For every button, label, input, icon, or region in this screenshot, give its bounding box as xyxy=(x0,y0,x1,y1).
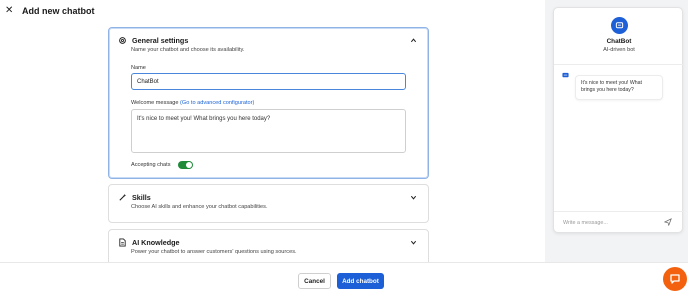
accepting-chats-label: Accepting chats xyxy=(131,162,171,168)
ai-knowledge-header[interactable]: AI Knowledge xyxy=(109,230,428,247)
close-icon[interactable]: ✕ xyxy=(5,6,15,16)
general-settings-header[interactable]: General settings xyxy=(109,28,428,45)
skills-card: Skills Choose AI skills and enhance your… xyxy=(108,184,429,223)
chevron-down-icon[interactable] xyxy=(410,194,417,201)
magic-wand-icon xyxy=(118,193,127,202)
message-input-placeholder: Write a message... xyxy=(563,219,608,226)
name-input-value: ChatBot xyxy=(137,78,159,85)
welcome-message-value: It's nice to meet you! What brings you h… xyxy=(137,116,271,122)
bot-message-bubble: It's nice to meet you! What brings you h… xyxy=(575,75,663,100)
chevron-up-icon[interactable] xyxy=(410,37,417,44)
name-input[interactable]: ChatBot xyxy=(131,73,406,90)
chevron-down-icon[interactable] xyxy=(410,239,417,246)
footer: Cancel Add chatbot xyxy=(0,262,688,295)
ai-knowledge-title: AI Knowledge xyxy=(132,238,180,247)
general-settings-card: General settings Name your chatbot and c… xyxy=(108,27,429,179)
chat-bubble-icon xyxy=(670,274,680,284)
header: ✕ Add new chatbot xyxy=(0,0,545,22)
bot-name: ChatBot xyxy=(606,38,632,45)
add-chatbot-button[interactable]: Add chatbot xyxy=(337,273,384,289)
bot-description: AI-driven bot xyxy=(603,47,635,53)
gear-icon xyxy=(118,36,127,45)
ai-knowledge-subtitle: Power your chatbot to answer customers' … xyxy=(131,249,297,255)
bot-avatar xyxy=(611,17,628,34)
welcome-message-label: Welcome message (Go to advanced configur… xyxy=(131,100,254,106)
bot-message-icon xyxy=(562,72,569,78)
name-label: Name xyxy=(131,65,146,71)
document-icon xyxy=(118,238,127,247)
chat-preview: ChatBot AI-driven bot It's nice to meet … xyxy=(553,7,684,233)
cancel-button[interactable]: Cancel xyxy=(298,273,331,289)
welcome-message-label-text: Welcome message xyxy=(131,100,179,106)
divider xyxy=(554,64,684,65)
skills-title: Skills xyxy=(132,193,151,202)
accepting-chats-toggle[interactable] xyxy=(178,161,193,169)
skills-header[interactable]: Skills xyxy=(109,185,428,202)
general-settings-title: General settings xyxy=(132,36,189,45)
advanced-configurator-link[interactable]: (Go to advanced configurator) xyxy=(180,100,254,106)
welcome-message-field[interactable]: It's nice to meet you! What brings you h… xyxy=(131,109,406,153)
skills-subtitle: Choose AI skills and enhance your chatbo… xyxy=(131,204,268,210)
general-settings-subtitle: Name your chatbot and choose its availab… xyxy=(131,47,245,53)
page-title: Add new chatbot xyxy=(22,6,95,16)
send-icon[interactable] xyxy=(664,218,672,226)
chat-launcher-button[interactable] xyxy=(663,267,687,291)
